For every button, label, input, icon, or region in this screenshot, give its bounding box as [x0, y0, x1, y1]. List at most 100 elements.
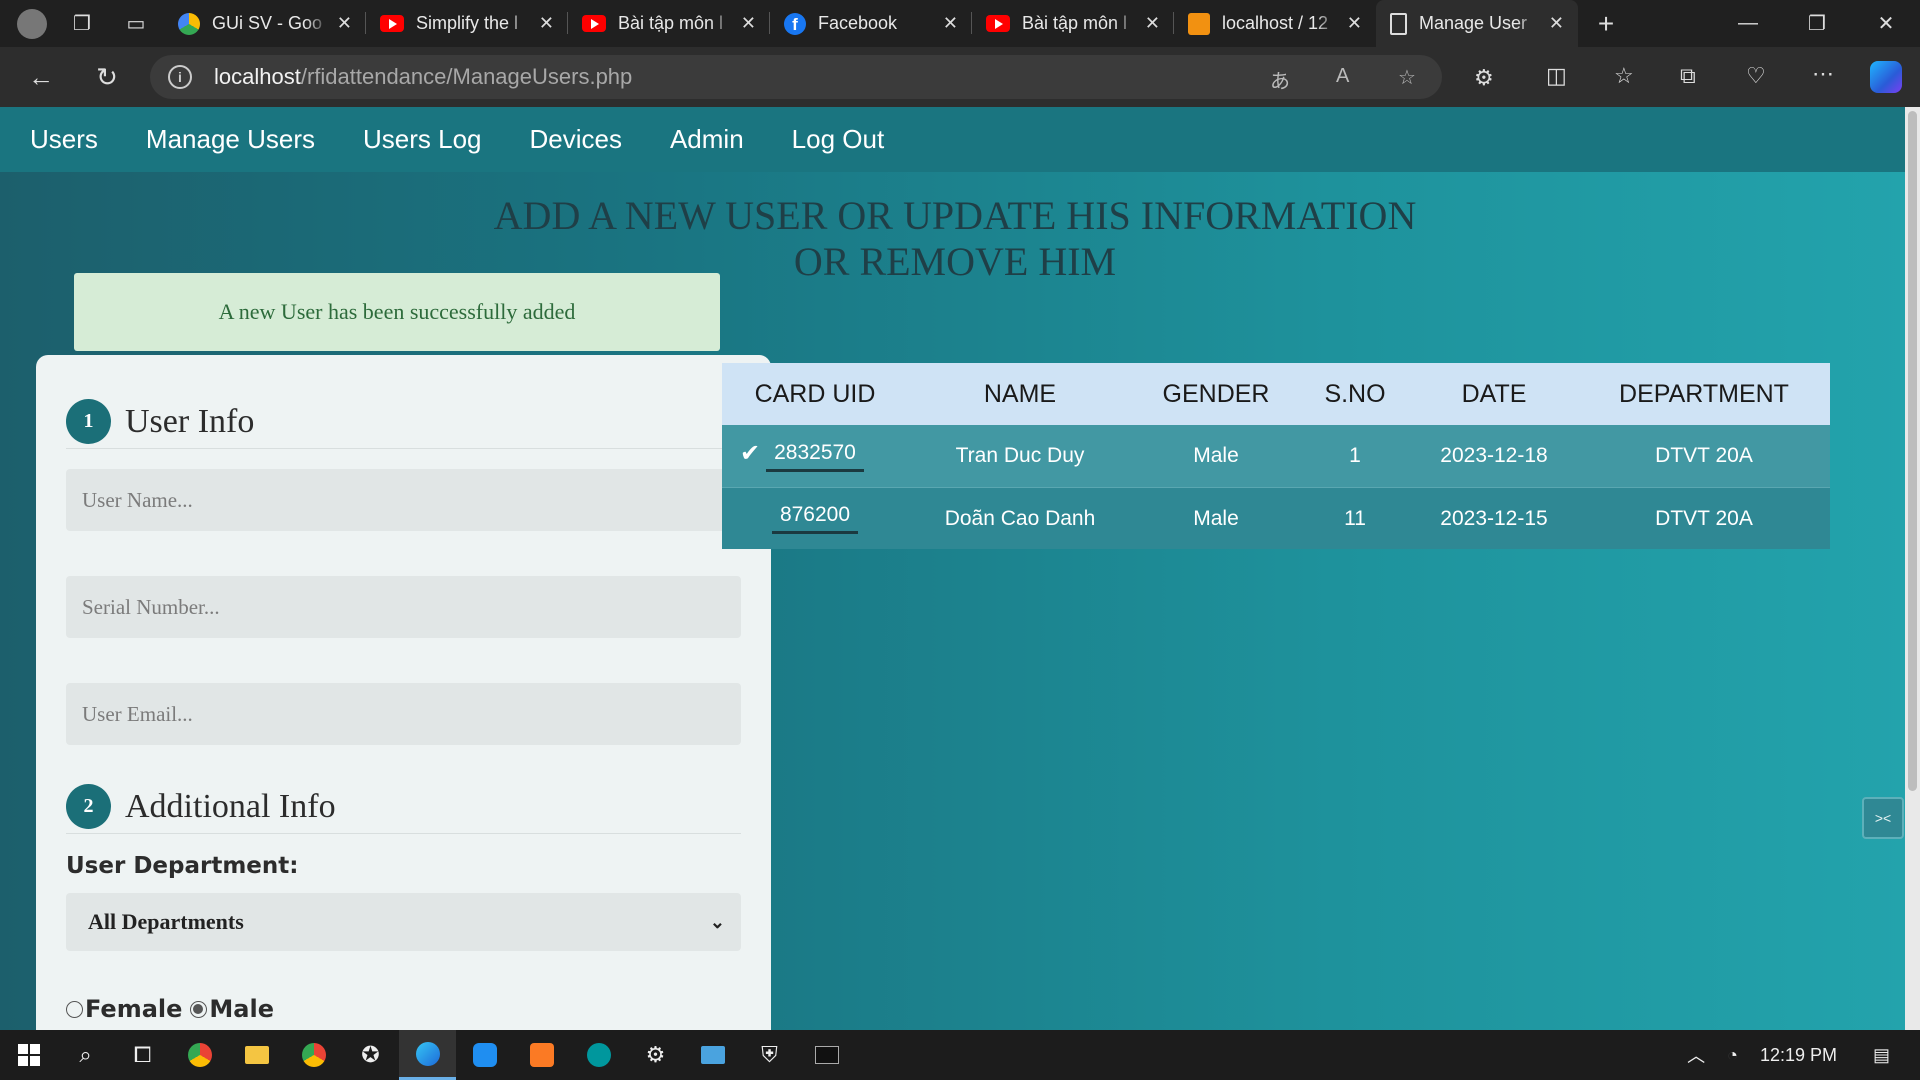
task-view-icon[interactable]: ⧠: [114, 1030, 171, 1080]
table-row-selected[interactable]: ✔ 2832570 Tran Duc Duy Male 1 2023-12-18…: [722, 425, 1830, 487]
extensions-icon[interactable]: ⚙: [1474, 65, 1494, 91]
gender-cell: Male: [1193, 506, 1239, 530]
close-window-icon[interactable]: ✕: [1851, 0, 1920, 47]
section-number: 1: [66, 399, 111, 444]
web-page: Users Manage Users Users Log Devices Adm…: [0, 107, 1905, 1030]
user-form-panel: 1 User Info 2 Additional Info User Depar…: [36, 355, 771, 1030]
department-cell: DTVT 20A: [1655, 444, 1753, 467]
nav-users[interactable]: Users: [30, 124, 98, 155]
favorite-star-icon[interactable]: ☆: [1398, 65, 1416, 90]
email-input[interactable]: [66, 683, 741, 745]
tab-actions-icon[interactable]: ▭: [116, 4, 156, 44]
wifi-icon[interactable]: ◔: [1727, 1045, 1738, 1066]
checkmark-icon: ✔: [740, 439, 761, 467]
date-cell: 2023-12-18: [1440, 444, 1548, 467]
floating-widget-icon[interactable]: ><: [1862, 797, 1904, 839]
card-uid-link[interactable]: 2832570: [766, 441, 864, 472]
minimize-icon[interactable]: —: [1713, 0, 1783, 47]
nav-devices[interactable]: Devices: [529, 124, 621, 155]
notifications-icon[interactable]: ▤: [1873, 1045, 1890, 1066]
settings-icon[interactable]: ⚙: [627, 1030, 684, 1080]
male-label: Male: [209, 995, 274, 1023]
arduino-icon[interactable]: [570, 1030, 627, 1080]
female-radio[interactable]: [66, 1000, 83, 1018]
more-menu-icon[interactable]: ⋯: [1812, 61, 1834, 87]
close-tab-icon[interactable]: ✕: [539, 13, 554, 34]
page-title-line1: ADD A NEW USER OR UPDATE HIS INFORMATION: [493, 193, 1417, 238]
collections-icon[interactable]: ⧉: [1680, 63, 1696, 89]
file-explorer-icon[interactable]: [228, 1030, 285, 1080]
site-info-icon[interactable]: i: [168, 65, 192, 89]
browser-tab[interactable]: GUi SV - Goo ✕: [164, 0, 366, 47]
show-hidden-icons-icon[interactable]: ︿: [1687, 1042, 1705, 1068]
browser-tab[interactable]: localhost / 12 ✕: [1174, 0, 1376, 47]
section-user-info: 1 User Info: [66, 399, 741, 449]
gender-radio-group: Female Male: [66, 995, 274, 1023]
close-tab-icon[interactable]: ✕: [1347, 13, 1362, 34]
back-icon[interactable]: ←: [8, 47, 74, 107]
system-tray: ︿ ◔ 12:19 PM ▤: [1687, 1030, 1920, 1080]
page-scrollbar[interactable]: [1905, 107, 1920, 1030]
table-row[interactable]: 876200 Doãn Cao Danh Male 11 2023-12-15 …: [722, 487, 1830, 549]
close-tab-icon[interactable]: ✕: [741, 13, 756, 34]
address-bar[interactable]: i localhost/rfidattendance/ManageUsers.p…: [150, 55, 1442, 99]
facebook-icon: f: [784, 12, 806, 35]
nav-manage-users[interactable]: Manage Users: [146, 124, 315, 155]
chrome-icon[interactable]: [171, 1030, 228, 1080]
youtube-icon: [986, 15, 1010, 32]
app-store-icon[interactable]: ✪: [342, 1030, 399, 1080]
browser-tab[interactable]: Bài tập môn l ✕: [568, 0, 770, 47]
success-alert: A new User has been successfully added: [74, 273, 720, 351]
gender-cell: Male: [1193, 444, 1239, 467]
scroll-thumb[interactable]: [1908, 111, 1917, 791]
name-cell: Tran Duc Duy: [955, 444, 1085, 467]
tab-label: Facebook: [818, 13, 898, 33]
clock[interactable]: 12:19 PM: [1760, 1045, 1837, 1066]
top-navbar: Users Manage Users Users Log Devices Adm…: [0, 107, 1905, 172]
browser-tab[interactable]: Simplify the l ✕: [366, 0, 568, 47]
male-radio[interactable]: [190, 1000, 208, 1018]
favorites-icon[interactable]: ☆: [1614, 63, 1634, 89]
translate-icon[interactable]: あ: [1270, 65, 1290, 94]
edge-icon[interactable]: [399, 1030, 456, 1080]
nav-users-log[interactable]: Users Log: [363, 124, 482, 155]
split-screen-icon[interactable]: ◫: [1546, 63, 1567, 89]
nav-admin[interactable]: Admin: [670, 124, 744, 155]
terminal-icon[interactable]: [798, 1030, 855, 1080]
youtube-icon: [582, 15, 606, 32]
page-icon: [1390, 12, 1407, 35]
xampp-icon[interactable]: [513, 1030, 570, 1080]
name-cell: Doãn Cao Danh: [944, 506, 1096, 530]
chrome-profile-icon[interactable]: [285, 1030, 342, 1080]
drive-icon: [178, 12, 200, 35]
uid-cell: ✔ 2832570: [722, 439, 908, 472]
close-tab-icon[interactable]: ✕: [943, 13, 958, 34]
browser-tab[interactable]: Bài tập môn l ✕: [972, 0, 1174, 47]
browser-tab[interactable]: f Facebook ✕: [770, 0, 972, 47]
security-shield-icon[interactable]: ⛨: [741, 1030, 798, 1080]
profile-icon[interactable]: [12, 4, 52, 44]
new-tab-icon[interactable]: +: [1586, 4, 1626, 44]
search-icon[interactable]: ⌕: [57, 1030, 114, 1080]
users-table: CARD UID NAME GENDER S.NO DATE DEPARTMEN…: [722, 363, 1830, 549]
department-select[interactable]: All Departments ⌄: [66, 893, 741, 951]
refresh-icon[interactable]: ↻: [74, 47, 140, 107]
nav-logout[interactable]: Log Out: [792, 124, 885, 155]
close-tab-icon[interactable]: ✕: [1145, 13, 1160, 34]
card-uid-link[interactable]: 876200: [771, 503, 859, 534]
read-aloud-icon[interactable]: A: [1336, 65, 1349, 88]
uid-cell: 876200: [722, 503, 908, 534]
restore-icon[interactable]: ❐: [1782, 0, 1852, 47]
zalo-icon[interactable]: [456, 1030, 513, 1080]
start-icon[interactable]: [0, 1030, 57, 1080]
username-input[interactable]: [66, 469, 741, 531]
browser-tab-active[interactable]: Manage User ✕: [1376, 0, 1578, 47]
browser-tab-strip: ❐ ▭ GUi SV - Goo ✕ Simplify the l ✕ Bài …: [0, 0, 1920, 47]
close-tab-icon[interactable]: ✕: [1549, 13, 1564, 34]
workspaces-icon[interactable]: ❐: [62, 4, 102, 44]
remote-desktop-icon[interactable]: [684, 1030, 741, 1080]
copilot-icon[interactable]: [1870, 61, 1902, 93]
close-tab-icon[interactable]: ✕: [337, 13, 352, 34]
browser-essentials-icon[interactable]: ♡: [1746, 63, 1766, 89]
serial-number-input[interactable]: [66, 576, 741, 638]
